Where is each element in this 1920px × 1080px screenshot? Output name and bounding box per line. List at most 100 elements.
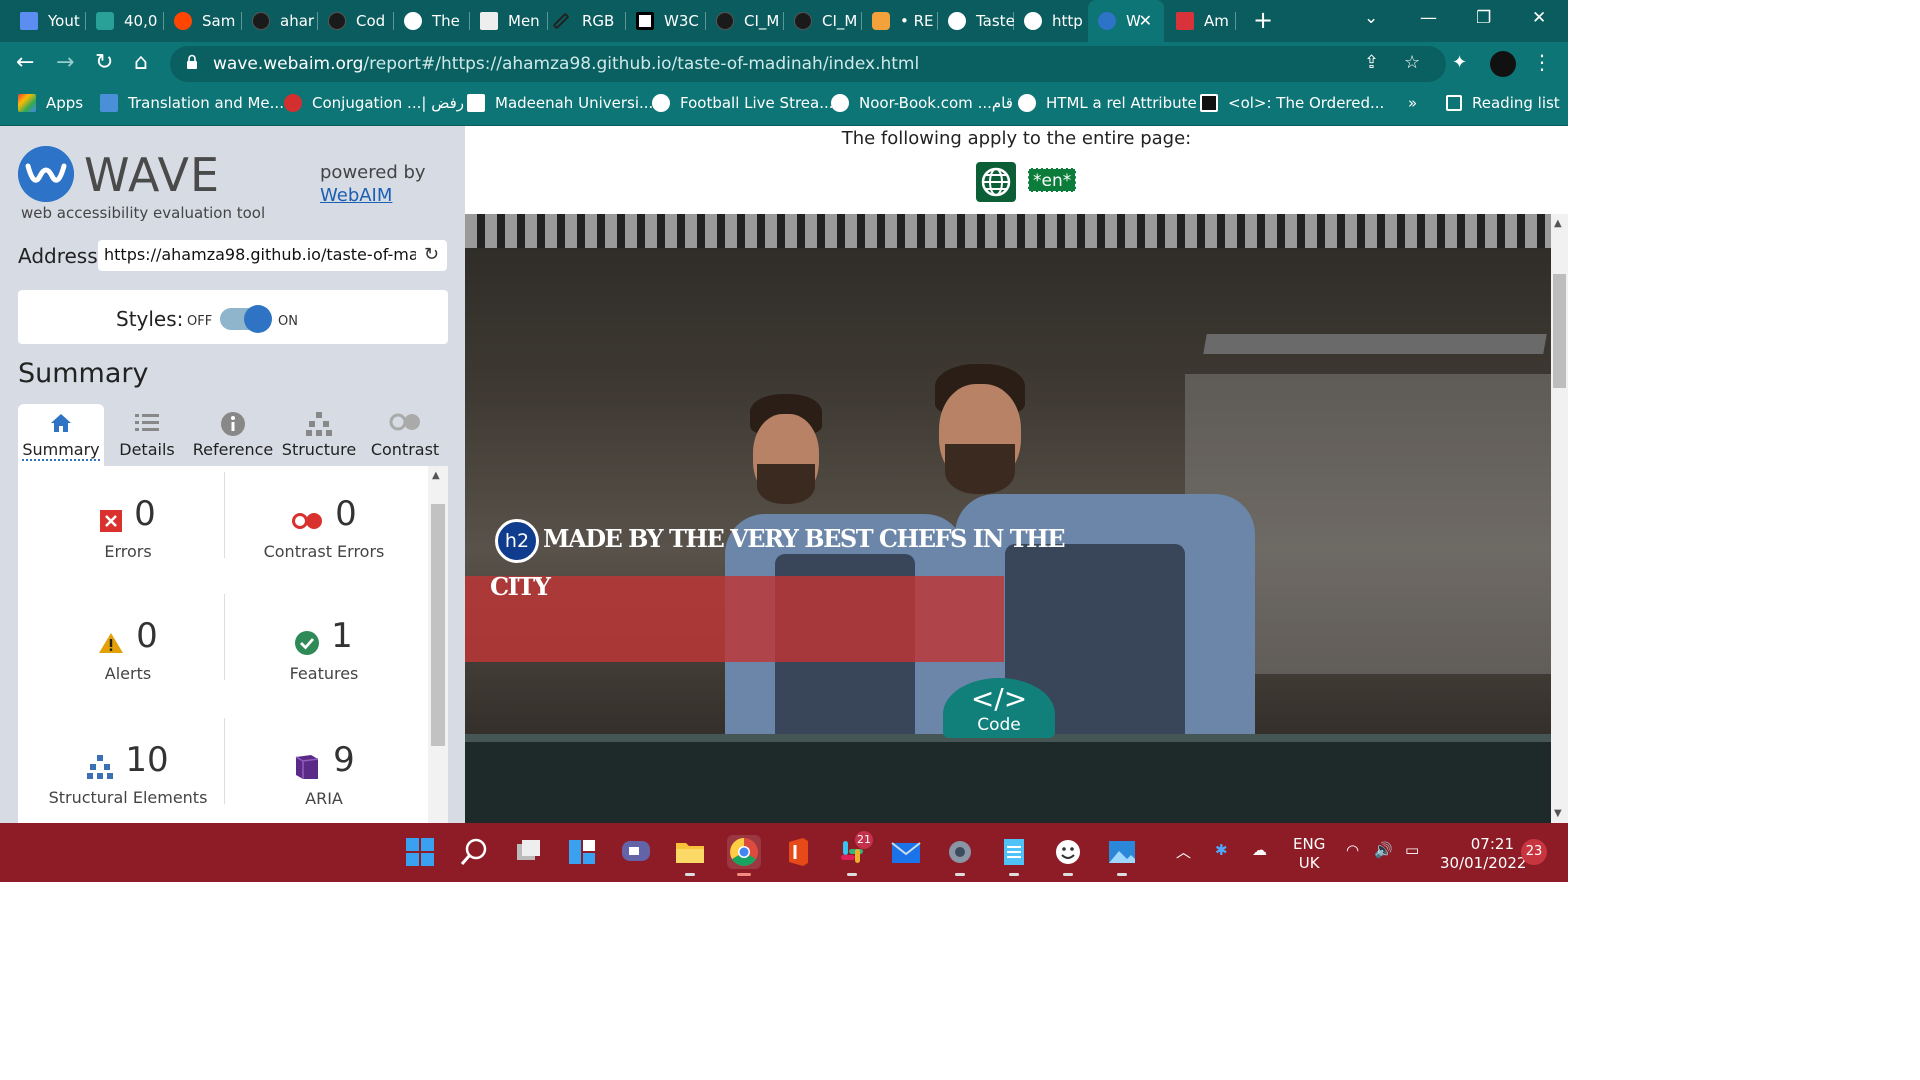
- stat-label: Structural Elements: [48, 788, 208, 807]
- bookmark-star-icon[interactable]: ☆: [1404, 52, 1420, 73]
- forward-button[interactable]: →: [56, 50, 74, 75]
- address-input-value[interactable]: https://ahamza98.github.io/taste-of-madi…: [104, 245, 416, 264]
- bookmark-item[interactable]: Noor-Book.com ...قام: [831, 94, 1013, 112]
- shield-icon: [872, 12, 890, 30]
- bookmarks-overflow-button[interactable]: »: [1408, 94, 1417, 112]
- reload-button[interactable]: ↻: [95, 50, 113, 75]
- stat-structural-elements[interactable]: 10 Structural Elements: [28, 740, 228, 807]
- wave-tabs: Summary Details Reference Structure Cont…: [18, 404, 448, 468]
- clock[interactable]: 07:21 30/01/2022: [1440, 835, 1526, 873]
- bookmark-item[interactable]: Madeenah Universi...: [467, 94, 653, 112]
- scrollbar-thumb[interactable]: [1553, 274, 1566, 388]
- heading-h2-badge[interactable]: h2: [495, 519, 539, 563]
- browser-tab[interactable]: Taste: [938, 0, 1014, 42]
- styles-toggle[interactable]: [220, 305, 272, 333]
- restore-button[interactable]: ❐: [1476, 8, 1491, 28]
- error-x-icon: [100, 509, 123, 532]
- globe-icon: [652, 94, 670, 112]
- tab-summary[interactable]: Summary: [18, 404, 104, 466]
- stat-aria[interactable]: 9 ARIA: [224, 740, 424, 808]
- bookmark-item[interactable]: Football Live Strea...: [652, 94, 834, 112]
- reading-list-button[interactable]: Reading list: [1446, 94, 1560, 112]
- bookmark-apps[interactable]: Apps: [18, 94, 83, 112]
- chrome-button[interactable]: [727, 835, 761, 876]
- mail-button[interactable]: [889, 835, 923, 869]
- search-button[interactable]: [457, 835, 491, 869]
- bookmark-item[interactable]: Translation and Me...: [100, 94, 284, 112]
- new-tab-button[interactable]: +: [1253, 6, 1273, 34]
- widgets-button[interactable]: [565, 835, 599, 869]
- wifi-icon[interactable]: ◠: [1346, 841, 1359, 859]
- browser-tab[interactable]: ahar: [242, 0, 318, 42]
- scroll-down-arrow-icon[interactable]: ▼: [1554, 808, 1562, 819]
- share-icon[interactable]: ⇪: [1364, 52, 1379, 73]
- office-button[interactable]: [781, 835, 815, 869]
- stat-features[interactable]: 1 Features: [224, 616, 424, 683]
- photos-button[interactable]: [1105, 835, 1139, 876]
- bookmark-item[interactable]: Conjugation ...| رفض: [284, 94, 464, 112]
- browser-tab[interactable]: The: [394, 0, 470, 42]
- browser-tab[interactable]: 40,0: [86, 0, 164, 42]
- volume-icon[interactable]: 🔊: [1374, 841, 1393, 859]
- summary-scrollbar[interactable]: ▲: [428, 466, 448, 823]
- tab-structure[interactable]: Structure: [276, 404, 362, 466]
- browser-tab[interactable]: Yout: [10, 0, 86, 42]
- minimize-button[interactable]: —: [1420, 8, 1437, 28]
- browser-tab[interactable]: CI_M: [784, 0, 862, 42]
- notification-count-badge[interactable]: 23: [1521, 839, 1547, 865]
- teams-chat-button[interactable]: [619, 835, 653, 869]
- notepad-button[interactable]: [997, 835, 1031, 876]
- code-toggle-button[interactable]: </> Code: [943, 678, 1055, 738]
- browser-tab[interactable]: Sam: [164, 0, 242, 42]
- content-scrollbar[interactable]: ▲ ▼: [1551, 214, 1568, 823]
- onedrive-cloud-icon[interactable]: ☁: [1252, 841, 1267, 859]
- tab-details[interactable]: Details: [104, 404, 190, 466]
- language-globe-icon[interactable]: [976, 162, 1016, 202]
- stat-errors[interactable]: 0 Errors: [28, 494, 228, 561]
- profile-avatar[interactable]: [1490, 51, 1516, 77]
- powered-by-text: powered by: [320, 162, 426, 183]
- menu-kebab-icon[interactable]: ⋮: [1532, 50, 1552, 74]
- tab-search-icon[interactable]: ⌄: [1364, 8, 1378, 28]
- windows-logo-icon: [406, 838, 434, 866]
- slack-button[interactable]: 21: [835, 831, 873, 876]
- tab-reference[interactable]: Reference: [190, 404, 276, 466]
- settings-button[interactable]: [943, 835, 977, 876]
- extensions-puzzle-icon[interactable]: ✦: [1452, 52, 1467, 73]
- bookmark-item[interactable]: HTML a rel Attribute: [1018, 94, 1197, 112]
- browser-tab[interactable]: CI_M: [706, 0, 784, 42]
- browser-tab-active[interactable]: W ✕: [1088, 0, 1164, 42]
- stat-alerts[interactable]: 0 Alerts: [28, 616, 228, 683]
- bluetooth-icon[interactable]: ✱: [1215, 841, 1228, 859]
- tray-overflow-chevron-icon[interactable]: ︿: [1176, 841, 1191, 862]
- scroll-up-arrow-icon[interactable]: ▲: [1554, 218, 1562, 229]
- browser-tab[interactable]: • RE: [862, 0, 938, 42]
- task-view-button[interactable]: [511, 835, 545, 869]
- scrollbar-thumb[interactable]: [431, 504, 445, 746]
- bookmark-item[interactable]: <ol>: The Ordered...: [1200, 94, 1384, 112]
- close-tab-icon[interactable]: ✕: [1139, 11, 1152, 30]
- start-button[interactable]: [403, 835, 437, 869]
- webaim-link[interactable]: WebAIM: [320, 185, 392, 206]
- back-button[interactable]: ←: [16, 50, 34, 75]
- home-button[interactable]: ⌂: [134, 50, 148, 75]
- browser-tab[interactable]: Men: [470, 0, 548, 42]
- browser-tab[interactable]: W3C: [626, 0, 706, 42]
- browser-tab[interactable]: http: [1014, 0, 1090, 42]
- address-bar[interactable]: wave.webaim.org/report#/https://ahamza98…: [170, 46, 1446, 82]
- browser-tab[interactable]: Am: [1166, 0, 1236, 42]
- language-indicator[interactable]: ENG UK: [1293, 835, 1325, 873]
- tab-contrast[interactable]: Contrast: [362, 404, 448, 466]
- red-square-icon: [1176, 12, 1194, 30]
- file-explorer-button[interactable]: [673, 835, 707, 876]
- overflow-chevron: »: [1408, 94, 1418, 112]
- stat-contrast-errors[interactable]: 0 Contrast Errors: [224, 494, 424, 561]
- address-field[interactable]: https://ahamza98.github.io/taste-of-madi…: [98, 240, 447, 271]
- scroll-up-arrow-icon[interactable]: ▲: [432, 470, 440, 481]
- close-window-button[interactable]: ✕: [1532, 8, 1546, 28]
- refresh-icon[interactable]: ↻: [424, 244, 439, 265]
- battery-icon[interactable]: ▭: [1405, 841, 1419, 859]
- browser-tab[interactable]: Cod: [318, 0, 394, 42]
- browser-tab[interactable]: RGB: [548, 0, 626, 42]
- emoji-app-button[interactable]: [1051, 835, 1085, 876]
